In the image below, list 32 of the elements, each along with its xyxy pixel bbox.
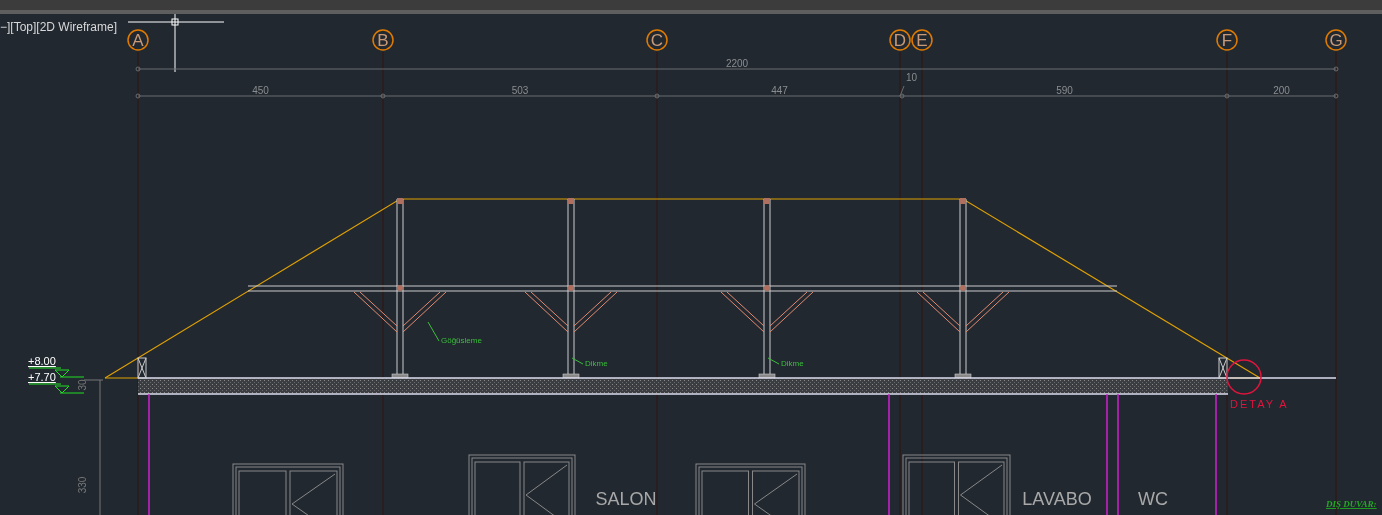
elevation-text: +8.00 — [28, 355, 56, 367]
dimension-text: 447 — [771, 85, 788, 96]
dimension-text: 2200 — [725, 58, 749, 69]
note-heading: DIŞ DUVAR: — [1326, 499, 1377, 509]
dimension-text: 30 — [77, 379, 88, 391]
leader-line — [767, 357, 780, 365]
room-label: LAVABO — [1022, 489, 1092, 509]
dimension-text: 450 — [252, 85, 269, 96]
dimension-text: 330 — [77, 476, 88, 494]
grid-axis-bubble: A — [127, 29, 149, 51]
grid-axis-bubble: B — [372, 29, 394, 51]
elevation-text: +7.70 — [28, 371, 56, 383]
detail-callout-text: DETAY A — [1230, 398, 1289, 410]
dimension-text: 590 — [1056, 85, 1073, 96]
dimension-text: 503 — [511, 85, 529, 96]
viewport-controls-label[interactable]: −][Top][2D Wireframe] — [0, 20, 118, 34]
grid-axis-bubble: F — [1216, 29, 1238, 51]
crosshair-cursor-icon — [127, 14, 225, 73]
detail-callout-circle — [1226, 359, 1262, 395]
room-label: WC — [1138, 489, 1168, 509]
room-label: SALON — [595, 489, 657, 509]
grid-axis-bubble: C — [646, 29, 668, 51]
dimension-text: 200 — [1273, 85, 1290, 96]
leader-line — [427, 321, 440, 342]
member-label: Göğüsleme — [441, 336, 482, 345]
leader-line — [571, 357, 584, 365]
grid-axis-bubble: D — [889, 29, 911, 51]
dimension-text: 10 — [906, 72, 918, 83]
member-label: Dikme — [781, 359, 804, 368]
member-label: Dikme — [585, 359, 608, 368]
grid-axis-bubble: G — [1325, 29, 1347, 51]
grid-axis-bubble: E — [911, 29, 933, 51]
